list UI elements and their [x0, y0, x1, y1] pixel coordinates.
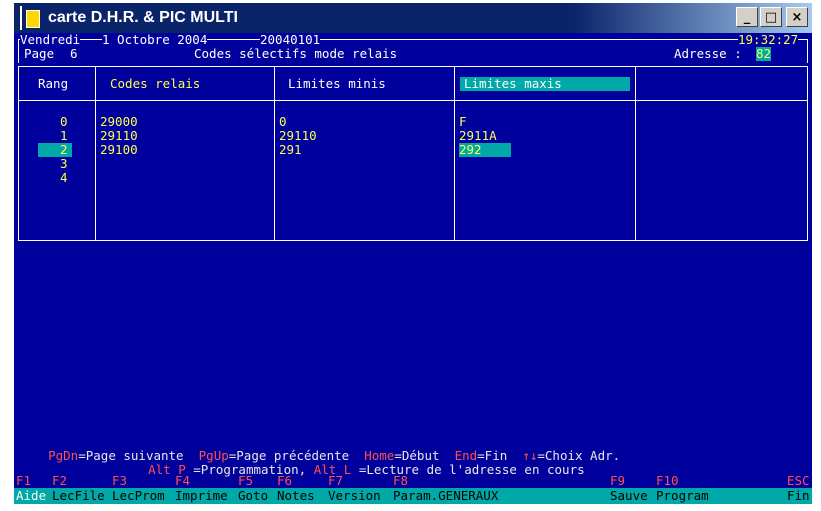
- header-frame-left: [18, 39, 19, 63]
- limites-minis-cell[interactable]: 29110: [279, 129, 317, 143]
- fkey-notes-button[interactable]: Notes: [277, 489, 315, 503]
- minimize-button[interactable]: _: [736, 7, 758, 27]
- page-label: Page: [24, 46, 55, 61]
- table-frame-top: [18, 66, 808, 67]
- close-button[interactable]: ×: [786, 7, 808, 27]
- limites-maxis-cell[interactable]: F: [459, 115, 467, 129]
- fkey-label: F5: [238, 473, 254, 488]
- header-date: 1 Octobre 2004: [102, 32, 208, 47]
- fkey-label: ESC: [787, 473, 810, 488]
- address-value[interactable]: 82: [756, 47, 772, 61]
- fkey-label: F1: [16, 473, 32, 488]
- column-divider-4: [635, 66, 636, 241]
- fkey-sauve-button[interactable]: Sauve: [610, 489, 648, 503]
- codes-relais-cell[interactable]: 29100: [100, 143, 138, 157]
- column-header-rang: Rang: [38, 76, 69, 91]
- column-divider-1: [95, 66, 96, 241]
- fkey-label: F2: [52, 473, 68, 488]
- column-header-codes-relais: Codes relais: [110, 76, 201, 91]
- header-frame-right: [807, 39, 808, 63]
- rang-1[interactable]: 1: [60, 129, 68, 143]
- fkey-param-generaux-button[interactable]: Param.GENERAUX: [393, 489, 498, 503]
- column-divider-2: [274, 66, 275, 241]
- limites-maxis-cell-selected[interactable]: 292: [459, 143, 511, 157]
- fkey-lecprom-button[interactable]: LecProm: [112, 489, 165, 503]
- rang-0[interactable]: 0: [60, 115, 68, 129]
- codes-relais-cell[interactable]: 29110: [100, 129, 138, 143]
- app-icon[interactable]: [20, 6, 42, 30]
- fkey-imprime-button[interactable]: Imprime: [175, 489, 228, 503]
- header-time: 19:32:27: [738, 32, 799, 47]
- limites-minis-cell[interactable]: 291: [279, 143, 302, 157]
- table-frame-bottom: [18, 240, 808, 241]
- rang-4[interactable]: 4: [60, 171, 68, 185]
- table-header-separator: [18, 100, 808, 101]
- address-label: Adresse :: [674, 46, 742, 61]
- key-pgdn: PgDn: [48, 448, 79, 463]
- fkey-label: F10: [656, 473, 679, 488]
- page-number: 6: [70, 46, 78, 61]
- window-titlebar[interactable]: carte D.H.R. & PIC MULTI _ □ ×: [14, 3, 812, 33]
- fkey-label: F7: [328, 473, 344, 488]
- codes-relais-cell[interactable]: 29000: [100, 115, 138, 129]
- function-keys-row: F1 F2 F3 F4 F5 F6 F7 F8 F9 F10 ESC: [14, 474, 812, 488]
- fkey-label: F4: [175, 473, 191, 488]
- rang-2-selected[interactable]: 2: [38, 143, 72, 157]
- column-header-limites-maxis[interactable]: Limites maxis: [460, 77, 630, 91]
- fkey-aide-button[interactable]: Aide: [16, 489, 46, 503]
- fkey-fin-button[interactable]: Fin: [787, 489, 810, 503]
- dos-console: Vendredi 1 Octobre 2004 20040101 19:32:2…: [14, 33, 812, 504]
- column-header-limites-minis: Limites minis: [288, 76, 386, 91]
- function-bar: Aide LecFile LecProm Imprime Goto Notes …: [14, 488, 812, 504]
- header-day: Vendredi: [20, 32, 81, 47]
- maximize-button[interactable]: □: [760, 7, 782, 27]
- fkey-version-button[interactable]: Version: [328, 489, 381, 503]
- table-frame-right: [807, 66, 808, 241]
- fkey-goto-button[interactable]: Goto: [238, 489, 268, 503]
- fkey-label: F9: [610, 473, 626, 488]
- screen-title: Codes sélectifs mode relais: [194, 46, 398, 61]
- window-title: carte D.H.R. & PIC MULTI: [48, 9, 238, 26]
- fkey-label: F3: [112, 473, 128, 488]
- fkey-program-button[interactable]: Program: [656, 489, 709, 503]
- table-frame-left: [18, 66, 19, 241]
- fkey-lecfile-button[interactable]: LecFile: [52, 489, 105, 503]
- column-divider-3: [454, 66, 455, 241]
- fkey-label: F6: [277, 473, 293, 488]
- fkey-label: F8: [393, 473, 409, 488]
- limites-minis-cell[interactable]: 0: [279, 115, 287, 129]
- header-code: 20040101: [260, 32, 321, 47]
- limites-maxis-cell[interactable]: 2911A: [459, 129, 497, 143]
- rang-3[interactable]: 3: [60, 157, 68, 171]
